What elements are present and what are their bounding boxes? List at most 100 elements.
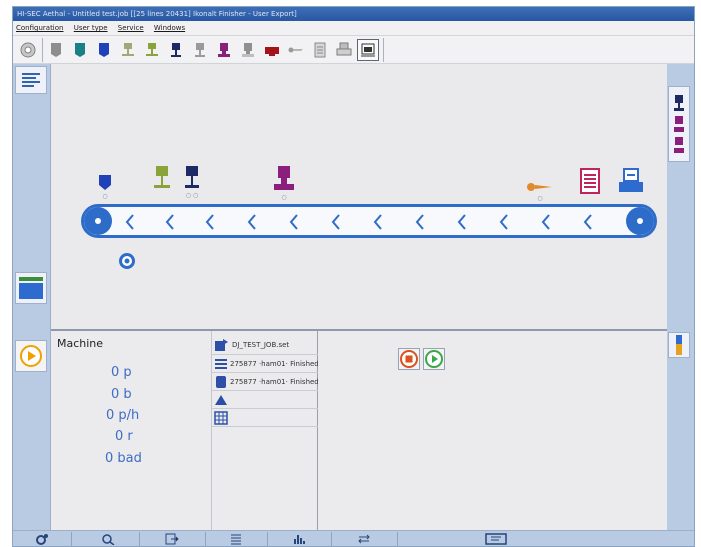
screen-icon[interactable]	[485, 533, 507, 545]
green-stacker-icon	[146, 43, 158, 56]
teal-feeder-button[interactable]	[69, 39, 91, 61]
knife-icon	[288, 47, 303, 53]
control-panel	[318, 331, 667, 546]
printer-button[interactable]	[333, 39, 355, 61]
navy-station-icon	[171, 43, 181, 57]
purple-station-button[interactable]	[213, 39, 235, 61]
knife-icon	[527, 183, 552, 191]
chevron-left-icon	[247, 214, 256, 230]
gray-feeder-icon	[51, 43, 61, 57]
green-stacker-icon	[154, 166, 170, 188]
window-title: HI-SEC Aethal - Untitled test.job [[25 l…	[13, 7, 694, 21]
chevron-left-icon	[165, 214, 174, 230]
panel-view-button[interactable]	[15, 272, 47, 304]
conveyor-canvas: ○ ○ ○ ○ ○	[51, 64, 667, 331]
settings-icon[interactable]	[35, 533, 49, 545]
bad-count: 0 bad	[105, 451, 142, 466]
gray-station-button[interactable]	[189, 39, 211, 61]
output-station[interactable]	[618, 168, 644, 194]
output-icon	[361, 43, 375, 57]
toolbar	[13, 36, 694, 64]
navy-station-button[interactable]	[165, 39, 187, 61]
chevron-left-icon	[541, 214, 550, 230]
export-icon[interactable]	[165, 533, 179, 545]
document-station[interactable]	[579, 168, 601, 194]
gray-feeder-button[interactable]	[45, 39, 67, 61]
purple-station-icon	[218, 43, 230, 57]
list-icon	[22, 73, 40, 87]
list-icon[interactable]	[229, 533, 243, 545]
grid-icon	[214, 410, 228, 425]
green-stacker-button[interactable]	[141, 39, 163, 61]
start-button[interactable]	[423, 348, 445, 370]
purple-station[interactable]: ○	[273, 165, 295, 201]
knife-button[interactable]	[285, 39, 307, 61]
chevron-left-icon	[125, 214, 134, 230]
blue-feeder-station[interactable]: ○	[97, 174, 113, 200]
transfer-icon[interactable]	[357, 533, 371, 545]
search-icon[interactable]	[101, 533, 115, 545]
chevron-left-icon	[583, 214, 592, 230]
blue-feeder-button[interactable]	[93, 39, 115, 61]
job-file-icon	[215, 338, 228, 351]
document-icon	[580, 168, 600, 194]
app-window: HI-SEC Aethal - Untitled test.job [[25 l…	[12, 6, 695, 547]
navy-station[interactable]: ○ ○	[183, 165, 201, 199]
green-stacker-station[interactable]	[152, 165, 172, 191]
job-file-name: DJ_TEST_JOB.set	[232, 340, 290, 349]
input-file-name: 275877 ·ham01· Finished	[230, 359, 318, 368]
roll-indicator[interactable]	[117, 251, 137, 274]
cut-row[interactable]	[212, 391, 318, 409]
output-button[interactable]	[357, 39, 379, 61]
right-rail	[665, 64, 694, 546]
chevron-left-icon	[457, 214, 466, 230]
reset-button[interactable]	[17, 39, 39, 61]
navy-station-icon	[185, 166, 199, 188]
chevron-left-icon	[499, 214, 508, 230]
cartridge-icon	[676, 335, 682, 355]
blue-feeder-icon	[99, 175, 111, 190]
rolls-count: 0 r	[115, 429, 133, 444]
input-file-row[interactable]: 275877 ·ham01· Finished	[212, 355, 318, 373]
triangle-icon	[215, 394, 227, 405]
purple-station-icon	[674, 116, 684, 132]
olive-stacker-button[interactable]	[117, 39, 139, 61]
layout-row[interactable]	[212, 409, 318, 427]
document-button[interactable]	[309, 39, 331, 61]
pages-count: 0 p	[111, 365, 132, 380]
chevron-left-icon	[415, 214, 424, 230]
stop-button[interactable]	[398, 348, 420, 370]
play-icon	[20, 345, 42, 367]
job-file-row[interactable]: DJ_TEST_JOB.set	[212, 335, 318, 355]
reset-icon	[20, 42, 36, 58]
right-pulley	[626, 207, 654, 235]
navy-station-icon	[674, 95, 684, 111]
menu-windows[interactable]: Windows	[154, 24, 185, 32]
document-icon	[314, 42, 326, 58]
run-view-button[interactable]	[15, 340, 47, 372]
purple-station-icon	[674, 137, 684, 153]
chevron-left-icon	[331, 214, 340, 230]
red-module-button[interactable]	[261, 39, 283, 61]
job-panel: DJ_TEST_JOB.set 275877 ·ham01· Finished …	[212, 331, 318, 546]
stack-icon	[215, 358, 227, 369]
knife-station[interactable]: ○	[526, 180, 554, 202]
cartridge-button[interactable]	[668, 332, 690, 358]
gray-printer-button[interactable]	[237, 39, 259, 61]
stop-icon	[400, 350, 418, 368]
gray-printer-icon	[242, 43, 254, 57]
roll-file-row[interactable]: 275877 ·ham01· Finished	[212, 373, 318, 391]
left-rail	[13, 64, 51, 546]
list-view-button[interactable]	[15, 66, 47, 94]
chart-icon[interactable]	[293, 533, 307, 545]
red-module-icon	[265, 47, 279, 56]
roll-icon	[119, 253, 135, 269]
conveyor-belt	[81, 204, 657, 238]
station-palette[interactable]	[668, 86, 690, 162]
menu-user-type[interactable]: User type	[74, 24, 108, 32]
menu-service[interactable]: Service	[118, 24, 144, 32]
status-bar	[13, 530, 694, 546]
menu-configuration[interactable]: Configuration	[16, 24, 63, 32]
roll-file-name: 275877 ·ham01· Finished	[230, 377, 318, 386]
chevron-left-icon	[373, 214, 382, 230]
